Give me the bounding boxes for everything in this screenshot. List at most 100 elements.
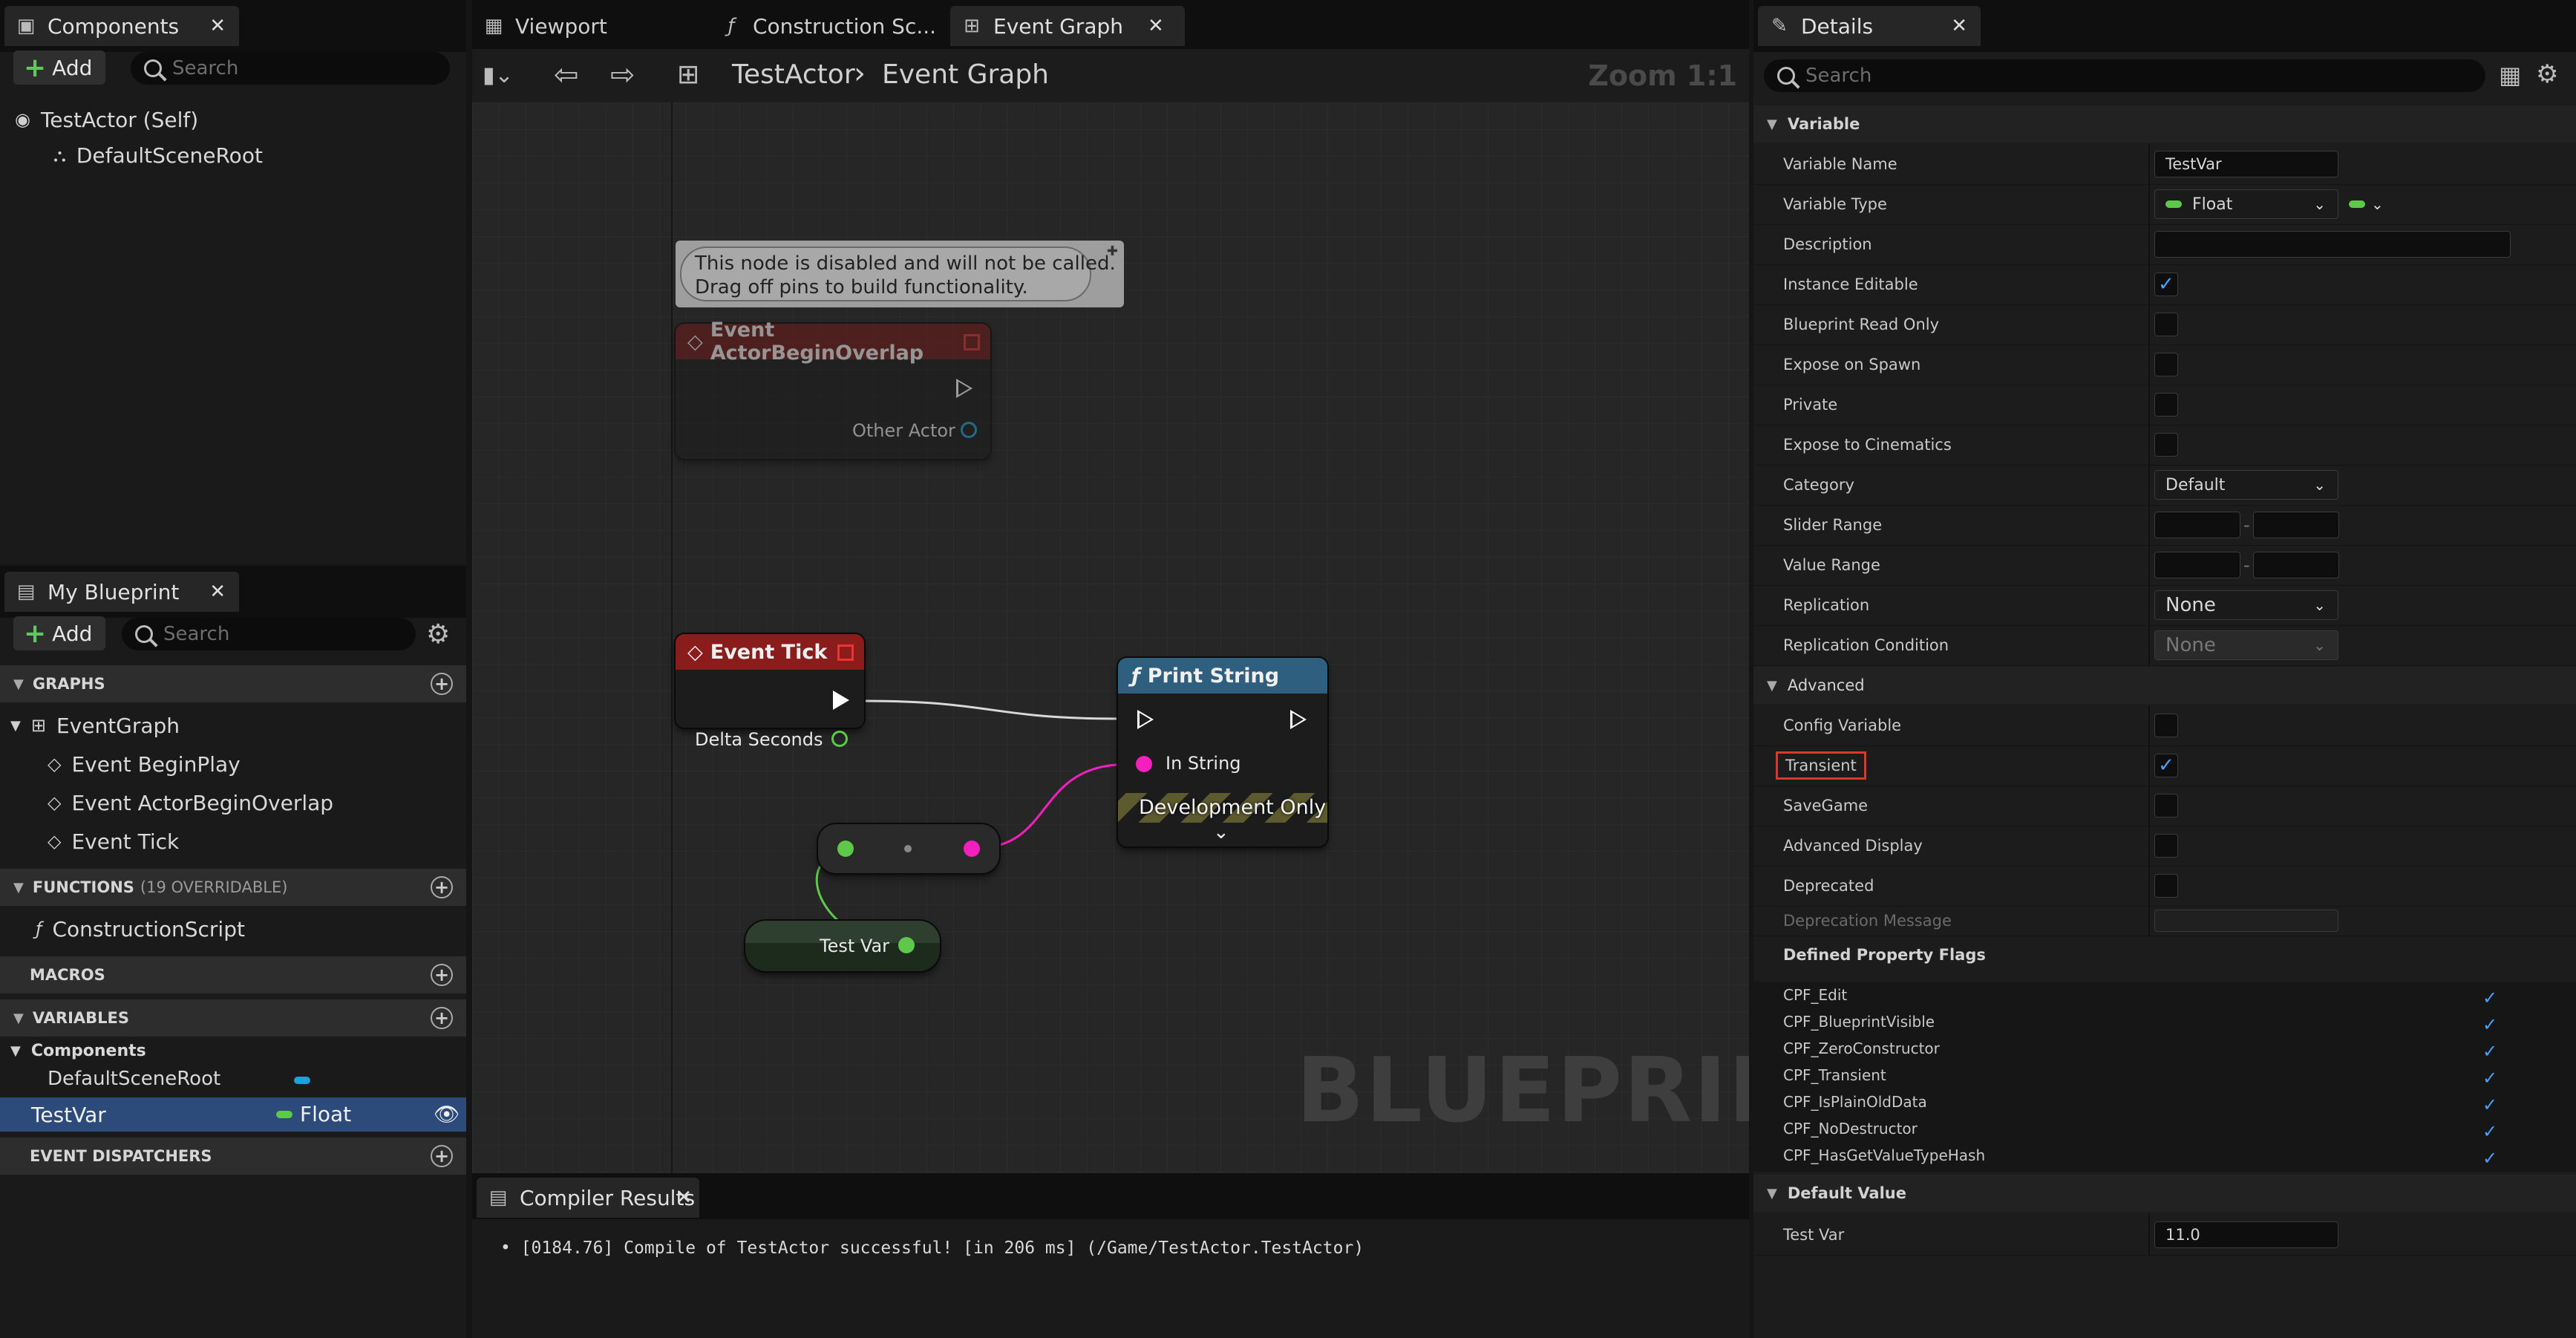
- add-member-button[interactable]: + Add: [13, 616, 106, 650]
- functions-section[interactable]: ▼ FUNCTIONS (19 OVERRIDABLE) +: [0, 869, 466, 906]
- eye-icon[interactable]: 👁: [434, 1102, 460, 1126]
- transient-checkbox[interactable]: ✓: [2154, 754, 2178, 777]
- close-icon[interactable]: ✕: [1951, 15, 1967, 37]
- in-string-pin[interactable]: [1136, 756, 1152, 772]
- variable-section[interactable]: ▼ Variable: [1753, 105, 2576, 143]
- other-actor-pin[interactable]: [961, 422, 977, 438]
- compiler-results-tab[interactable]: ▤ Compiler Results ✕: [477, 1178, 699, 1218]
- default-value-section[interactable]: ▼ Default Value: [1753, 1175, 2576, 1212]
- event-graph-item[interactable]: ▼ ⊞ EventGraph: [0, 707, 466, 744]
- my-blueprint-search-input[interactable]: Search: [122, 618, 416, 650]
- details-tab[interactable]: ✎ Details ✕: [1758, 6, 1981, 46]
- category-dropdown[interactable]: Default ⌄: [2154, 470, 2338, 500]
- expose-on-spawn-checkbox[interactable]: [2154, 353, 2178, 376]
- add-function-icon[interactable]: +: [431, 876, 453, 898]
- close-icon[interactable]: ✕: [1148, 15, 1164, 37]
- add-graph-icon[interactable]: +: [431, 673, 453, 695]
- close-icon[interactable]: ✕: [209, 15, 226, 37]
- bookmark-icon[interactable]: ▮⌄: [483, 62, 514, 88]
- delegate-pin-icon[interactable]: [837, 644, 854, 661]
- flag-item: CPF_HasGetValueTypeHash: [1783, 1146, 1986, 1164]
- tab-viewport[interactable]: ▦ Viewport: [472, 6, 695, 46]
- slider-range-max-input[interactable]: [2252, 512, 2339, 538]
- advanced-section[interactable]: ▼ Advanced: [1753, 667, 2576, 704]
- components-tab[interactable]: ▣ Components ✕: [4, 6, 239, 46]
- exec-out-pin[interactable]: [1290, 710, 1307, 729]
- event-dispatchers-section[interactable]: EVENT DISPATCHERS +: [0, 1138, 466, 1175]
- conversion-center-dot: [904, 845, 912, 852]
- range-separator: -: [2243, 515, 2250, 535]
- node-conversion[interactable]: [818, 824, 999, 873]
- close-icon[interactable]: ✕: [676, 1187, 692, 1209]
- forward-arrow-icon[interactable]: ⇨: [610, 58, 635, 92]
- tree-item-defaultsceneroot[interactable]: ⛬ DefaultSceneRoot: [0, 137, 466, 174]
- value-range-min-input[interactable]: [2154, 552, 2240, 578]
- details-search-input[interactable]: Search: [1764, 59, 2485, 92]
- close-icon[interactable]: ✕: [209, 581, 226, 603]
- node-event-actor-begin-overlap[interactable]: ◇ Event ActorBeginOverlap Other Actor: [676, 319, 990, 459]
- node-test-var-getter[interactable]: Test Var: [745, 921, 940, 971]
- value-range-max-input[interactable]: [2252, 552, 2339, 578]
- macros-section[interactable]: MACROS +: [0, 956, 466, 993]
- check-icon: ✓: [2482, 1068, 2498, 1089]
- tab-event-graph[interactable]: ⊞ Event Graph ✕: [950, 6, 1660, 46]
- delegate-pin-icon[interactable]: [964, 334, 980, 350]
- variable-type-dropdown[interactable]: Float ⌄: [2154, 189, 2338, 219]
- my-blueprint-tab[interactable]: ▤ My Blueprint ✕: [4, 572, 239, 612]
- test-var-out-pin[interactable]: [898, 937, 915, 953]
- breadcrumb-graph[interactable]: Event Graph: [882, 59, 1049, 90]
- variables-section[interactable]: ▼ VARIABLES +: [0, 999, 466, 1037]
- blueprint-read-only-checkbox[interactable]: [2154, 313, 2178, 336]
- back-arrow-icon[interactable]: ⇦: [554, 58, 579, 92]
- event-item[interactable]: ◇ Event BeginPlay: [0, 745, 466, 783]
- exec-out-pin[interactable]: [956, 379, 972, 398]
- conversion-out-pin[interactable]: [964, 841, 980, 857]
- conversion-in-pin[interactable]: [837, 841, 854, 857]
- row-value-range: Value Range -: [1753, 545, 2576, 586]
- table-view-icon[interactable]: ▦: [2499, 61, 2521, 89]
- exec-out-pin[interactable]: [833, 691, 849, 710]
- test-var-default-input[interactable]: 11.0: [2154, 1221, 2338, 1248]
- gear-icon[interactable]: ⚙: [2536, 59, 2558, 89]
- savegame-checkbox[interactable]: [2154, 794, 2178, 818]
- variable-defaultsceneroot[interactable]: DefaultSceneRoot: [0, 1062, 466, 1096]
- slider-range-min-input[interactable]: [2154, 512, 2240, 538]
- test-var-node-label: Test Var: [820, 936, 890, 956]
- expose-to-cinematics-checkbox[interactable]: [2154, 433, 2178, 457]
- construction-script-item[interactable]: ƒ ConstructionScript: [0, 910, 466, 947]
- event-graph-icon: ⊞: [677, 59, 700, 90]
- graph-canvas[interactable]: This node is disabled and will not be ca…: [472, 102, 1749, 1173]
- deprecated-checkbox[interactable]: [2154, 874, 2178, 898]
- exec-in-pin[interactable]: [1137, 710, 1154, 729]
- variable-testvar[interactable]: TestVar Float 👁: [0, 1097, 466, 1132]
- add-dispatcher-icon[interactable]: +: [431, 1145, 453, 1167]
- advanced-display-checkbox[interactable]: [2154, 834, 2178, 858]
- event-item[interactable]: ◇ Event Tick: [0, 823, 466, 860]
- replication-dropdown[interactable]: None ⌄: [2154, 590, 2338, 620]
- node-print-string[interactable]: ƒ Print String In String Development Onl…: [1118, 658, 1327, 846]
- container-type-dropdown[interactable]: ⌄: [2349, 195, 2384, 213]
- components-search-input[interactable]: Search: [131, 52, 450, 85]
- private-checkbox[interactable]: [2154, 393, 2178, 417]
- graphs-section[interactable]: ▼ GRAPHS +: [0, 665, 466, 702]
- variable-name-input[interactable]: TestVar: [2154, 151, 2338, 177]
- row-savegame: SaveGame: [1753, 786, 2576, 826]
- chevron-down-icon[interactable]: ⌄: [1213, 821, 1229, 843]
- event-graph-icon: ⊞: [30, 715, 46, 736]
- add-variable-icon[interactable]: +: [431, 1007, 453, 1029]
- node-event-tick[interactable]: ◇ Event Tick Delta Seconds: [676, 634, 864, 750]
- add-component-button[interactable]: + Add: [13, 50, 106, 85]
- event-item[interactable]: ◇ Event ActorBeginOverlap: [0, 784, 466, 821]
- instance-editable-checkbox[interactable]: ✓: [2154, 273, 2178, 296]
- config-variable-checkbox[interactable]: [2154, 714, 2178, 737]
- pin-comment-icon[interactable]: ✚: [1107, 244, 1118, 259]
- flag-item: CPF_ZeroConstructor: [1783, 1040, 1940, 1057]
- tree-item-testactor[interactable]: ◉ TestActor (Self): [0, 101, 466, 138]
- log-icon: ▤: [488, 1187, 508, 1209]
- breadcrumb-actor[interactable]: TestActor: [732, 59, 855, 90]
- add-macro-icon[interactable]: +: [431, 964, 453, 986]
- tab-construction-script[interactable]: ƒ Construction Sc...: [710, 6, 947, 46]
- description-input[interactable]: [2154, 231, 2511, 258]
- gear-icon[interactable]: ⚙: [426, 619, 450, 650]
- delta-seconds-pin[interactable]: [831, 731, 848, 747]
